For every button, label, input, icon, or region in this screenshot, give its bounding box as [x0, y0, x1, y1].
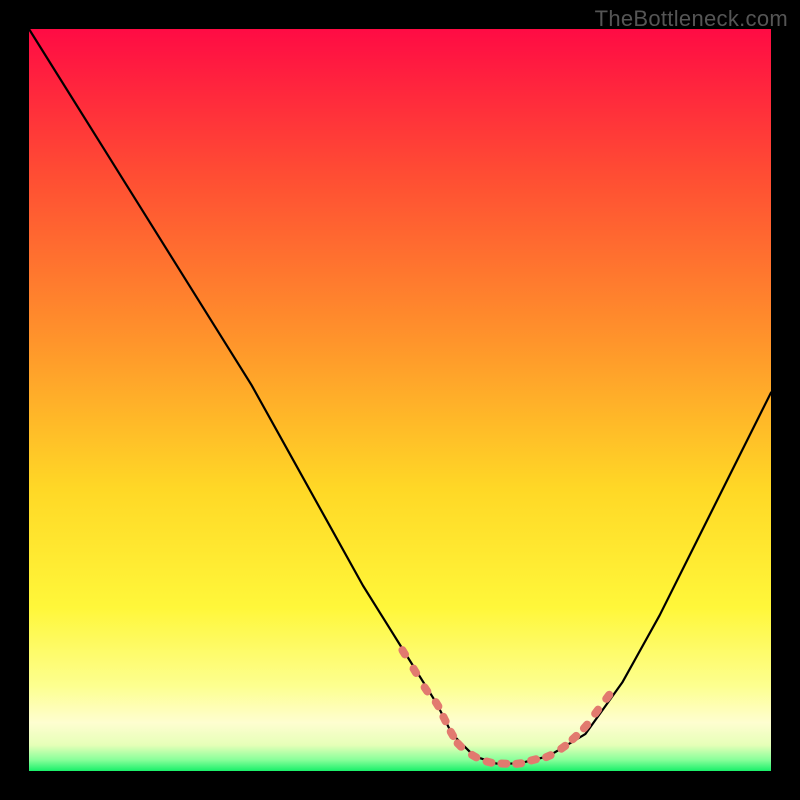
chart-frame: TheBottleneck.com [0, 0, 800, 800]
watermark-text: TheBottleneck.com [595, 6, 788, 32]
chart-svg [0, 0, 800, 800]
plot-background [29, 29, 771, 771]
highlight-dot [497, 759, 510, 768]
